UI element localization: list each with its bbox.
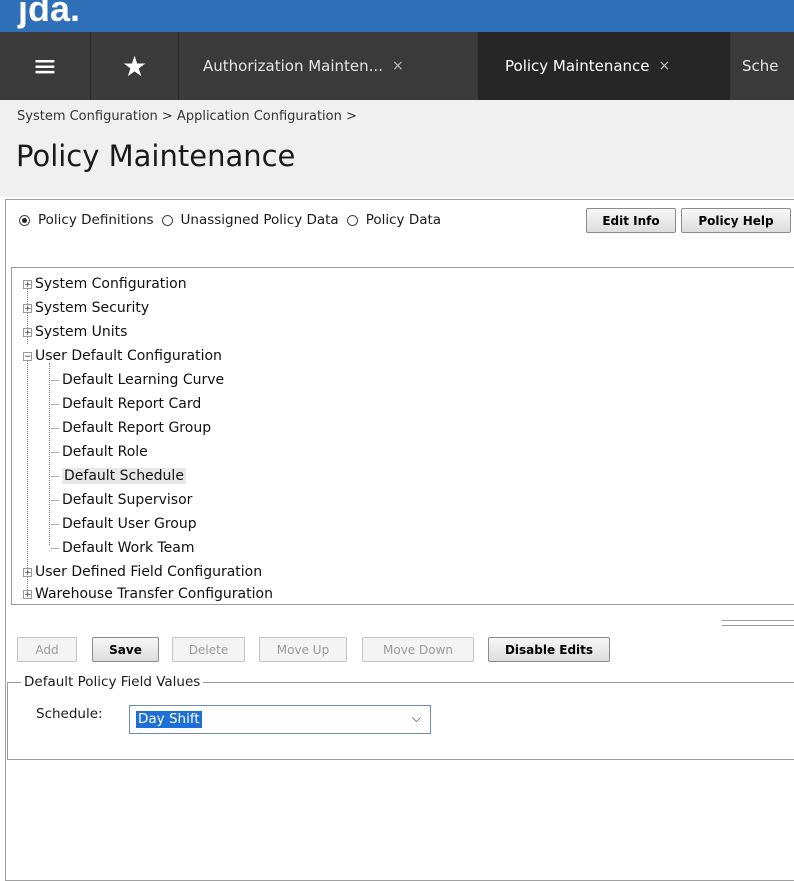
add-label: Add xyxy=(35,642,59,657)
radio-policy-data[interactable] xyxy=(346,214,358,226)
tree-item-default-learning-curve[interactable]: — Default Learning Curve xyxy=(50,370,224,390)
tree-item-label: Default Report Group xyxy=(62,420,212,436)
tab-label: Authorization Mainten... xyxy=(203,57,383,75)
tree-branch-icon: — xyxy=(50,542,60,554)
tree-item-label: Default Work Team xyxy=(62,540,195,556)
close-icon[interactable]: × xyxy=(659,58,671,74)
tab-authorization-maintenance[interactable]: Authorization Mainten... × xyxy=(178,32,478,100)
tree-item-default-user-group[interactable]: — Default User Group xyxy=(50,514,197,534)
expand-icon[interactable]: + xyxy=(23,567,32,577)
expand-icon[interactable]: + xyxy=(23,303,32,313)
breadcrumb: System Configuration > Application Confi… xyxy=(17,109,357,124)
tree-item-label: Default Learning Curve xyxy=(62,372,225,388)
tree-item-default-work-team[interactable]: — Default Work Team xyxy=(50,538,195,558)
tree-item-system-units[interactable]: + System Units xyxy=(23,322,127,342)
tab-policy-maintenance[interactable]: Policy Maintenance × xyxy=(478,32,730,100)
move-up-button[interactable]: Move Up xyxy=(259,637,347,662)
star-icon[interactable]: ★ xyxy=(91,32,179,100)
radio-label: Policy Data xyxy=(365,212,442,228)
radio-label: Policy Definitions xyxy=(38,212,154,228)
tree-branch-icon: — xyxy=(50,422,60,434)
expand-icon[interactable]: + xyxy=(23,327,32,337)
add-button[interactable]: Add xyxy=(17,637,77,662)
tree-branch-icon: — xyxy=(50,494,60,506)
policy-help-label: Policy Help xyxy=(698,213,774,228)
disable-edits-label: Disable Edits xyxy=(504,642,594,657)
tree-branch-icon: — xyxy=(50,374,60,386)
tree-item-system-security[interactable]: + System Security xyxy=(23,298,149,318)
tree-item-label: User Defined Field Configuration xyxy=(35,564,263,580)
policy-help-button[interactable]: Policy Help xyxy=(681,208,791,233)
radio-label: Unassigned Policy Data xyxy=(180,212,339,228)
tree-branch-icon: — xyxy=(50,470,60,482)
tree-item-label: User Default Configuration xyxy=(35,348,222,364)
tree-item-label: Warehouse Transfer Configuration xyxy=(35,586,273,602)
edit-info-button[interactable]: Edit Info xyxy=(586,208,676,233)
fieldset-legend: Default Policy Field Values xyxy=(21,674,204,690)
schedule-label: Schedule: xyxy=(36,706,103,722)
delete-button[interactable]: Delete xyxy=(172,637,245,662)
brand-bar: jda. xyxy=(0,0,794,32)
collapse-icon[interactable]: − xyxy=(23,351,32,361)
hamburger-menu-icon[interactable]: ≡ xyxy=(0,32,91,100)
tree-item-default-role[interactable]: — Default Role xyxy=(50,442,148,462)
tree-item-label: Default Report Card xyxy=(62,396,202,412)
tree-branch-icon: — xyxy=(50,446,60,458)
tree-item-default-schedule[interactable]: — Default Schedule xyxy=(50,466,186,486)
delete-label: Delete xyxy=(188,642,229,657)
edit-info-label: Edit Info xyxy=(602,213,660,228)
schedule-value: Day Shift xyxy=(136,711,202,728)
tree-item-label: System Configuration xyxy=(35,276,187,292)
view-mode-radios: Policy Definitions Unassigned Policy Dat… xyxy=(19,210,445,230)
tab-label: Sche xyxy=(742,57,779,75)
expand-icon[interactable]: + xyxy=(23,589,32,599)
tree-item-default-report-group[interactable]: — Default Report Group xyxy=(50,418,211,438)
tree-item-default-report-card[interactable]: — Default Report Card xyxy=(50,394,201,414)
tree-item-system-configuration[interactable]: + System Configuration xyxy=(23,274,187,294)
move-down-label: Move Down xyxy=(383,642,453,657)
tree-item-warehouse-transfer-configuration[interactable]: + Warehouse Transfer Configuration xyxy=(23,584,273,604)
tree-item-label: Default Role xyxy=(62,444,148,460)
move-up-label: Move Up xyxy=(276,642,330,657)
tree-connector-line xyxy=(27,356,28,592)
tree-item-label: System Security xyxy=(35,300,150,316)
tree-item-label: Default Schedule xyxy=(62,468,186,484)
tree-item-label: Default Supervisor xyxy=(62,492,193,508)
disable-edits-button[interactable]: Disable Edits xyxy=(488,637,610,662)
tree-item-default-supervisor[interactable]: — Default Supervisor xyxy=(50,490,192,510)
tab-label: Policy Maintenance xyxy=(505,57,650,75)
tree-item-label: System Units xyxy=(35,324,128,340)
radio-policy-definitions[interactable] xyxy=(19,214,30,226)
save-button[interactable]: Save xyxy=(92,637,159,662)
tab-bar: ≡ ★ Authorization Mainten... × Policy Ma… xyxy=(0,32,794,100)
schedule-select[interactable]: Day Shift ⌵ xyxy=(129,705,431,734)
move-down-button[interactable]: Move Down xyxy=(362,637,474,662)
expand-icon[interactable]: + xyxy=(23,279,32,289)
tree-item-user-defined-field-configuration[interactable]: + User Defined Field Configuration xyxy=(23,562,262,582)
page-title: Policy Maintenance xyxy=(16,139,296,173)
tree-item-user-default-configuration[interactable]: − User Default Configuration xyxy=(23,346,222,366)
radio-unassigned-policy-data[interactable] xyxy=(161,214,173,226)
chevron-down-icon[interactable]: ⌵ xyxy=(412,711,421,726)
policy-tree[interactable]: + System Configuration + System Security… xyxy=(11,267,794,605)
tree-branch-icon: — xyxy=(50,398,60,410)
jda-logo: jda. xyxy=(18,0,81,29)
splitter-handle[interactable] xyxy=(722,620,794,626)
tree-branch-icon: — xyxy=(50,518,60,530)
save-label: Save xyxy=(109,642,142,657)
tree-item-label: Default User Group xyxy=(62,516,197,532)
close-icon[interactable]: × xyxy=(392,58,404,74)
tab-schedule[interactable]: Sche xyxy=(742,32,794,100)
